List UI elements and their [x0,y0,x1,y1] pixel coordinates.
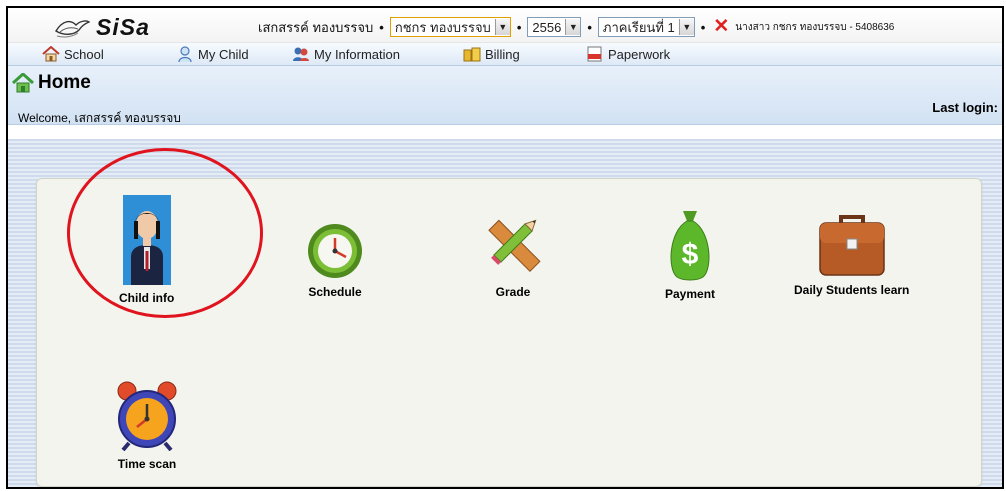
nav-item-label: My Child [198,46,249,62]
chevron-down-icon[interactable]: ▼ [494,19,510,35]
child-select[interactable]: กชกร ทองบรรจบ ▼ [389,17,511,37]
tile-label: Grade [495,285,531,299]
separator: • [587,19,592,35]
clock-icon[interactable] [307,223,363,279]
nav-item-billing[interactable]: Billing [463,43,520,65]
tile-child-info[interactable]: Child info [119,195,174,305]
nav-item-label: Paperwork [608,46,671,62]
nav-item-my-child[interactable]: My Child [176,43,249,65]
menu-panel: Child info Schedule Grade $ Payment Dail… [36,178,982,487]
nav-item-paperwork[interactable]: Paperwork [586,43,670,65]
tile-label: Payment [665,287,716,301]
sisa-logo[interactable]: SiSa [54,14,150,41]
parent-name: เสกสรรค์ ทองบรรจบ [258,19,374,35]
tile-schedule[interactable]: Schedule [307,223,363,299]
year-select-value: 2556 [532,19,562,35]
logout-icon[interactable]: ✕ [713,17,729,36]
tile-daily-students-learn[interactable]: Daily Students learn [794,213,909,297]
tile-grade[interactable]: Grade [477,207,549,299]
page-title-wrap: Home [12,72,91,94]
student-photo[interactable] [122,195,171,285]
tile-label: Child info [119,291,175,305]
money-bag-icon[interactable]: $ [665,209,715,281]
alarm-clock-icon[interactable] [115,379,179,451]
nav-item-label: My Information [314,46,400,62]
main-nav: School My Child My Information Billing P… [8,43,1002,66]
paperwork-icon [587,46,602,62]
page-header: Home Welcome, เสกสรรค์ ทองบรรจบ Last log… [8,66,1002,125]
bird-logo-icon [55,19,90,37]
separator: • [700,19,706,35]
chevron-down-icon[interactable]: ▼ [565,19,581,35]
tile-label: Daily Students learn [794,283,910,297]
tile-payment[interactable]: $ Payment [665,209,715,301]
pencil-ruler-icon[interactable] [477,207,549,279]
user-info: นางสาว กชกร ทองบรรจบ - 5408636 [735,21,895,33]
term-select[interactable]: ภาคเรียนที่ 1 ▼ [597,17,695,37]
term-select-value: ภาคเรียนที่ 1 [602,19,675,35]
top-bar: SiSa เสกสรรค์ ทองบรรจบ • กชกร ทองบรรจบ ▼… [8,8,1002,43]
separator: • [516,19,522,35]
brand-name: SiSa [96,14,150,40]
svg-text:$: $ [682,238,699,271]
browser-frame: SiSa เสกสรรค์ ทองบรรจบ • กชกร ทองบรรจบ ▼… [6,6,1004,489]
child-select-value: กชกร ทองบรรจบ [394,19,491,35]
page-title: Home [38,72,91,93]
tile-label: Time scan [117,457,177,471]
user-bar: เสกสรรค์ ทองบรรจบ • กชกร ทองบรรจบ ▼ • 25… [258,17,894,37]
nav-item-label: School [64,46,104,62]
last-login: Last login: [932,100,998,115]
year-select[interactable]: 2556 ▼ [527,17,582,37]
nav-item-school[interactable]: School [42,43,104,65]
school-icon [42,46,60,62]
tile-time-scan[interactable]: Time scan [115,379,179,471]
nav-item-my-information[interactable]: My Information [292,43,400,65]
home-icon [12,73,34,93]
separator: • [379,19,384,35]
tile-label: Schedule [308,285,362,299]
child-icon [178,46,192,62]
billing-icon [463,47,481,62]
chevron-down-icon[interactable]: ▼ [678,19,694,35]
briefcase-icon[interactable] [817,213,887,277]
spacer-band [8,125,1002,138]
nav-item-label: Billing [485,46,520,62]
information-icon [293,47,309,61]
